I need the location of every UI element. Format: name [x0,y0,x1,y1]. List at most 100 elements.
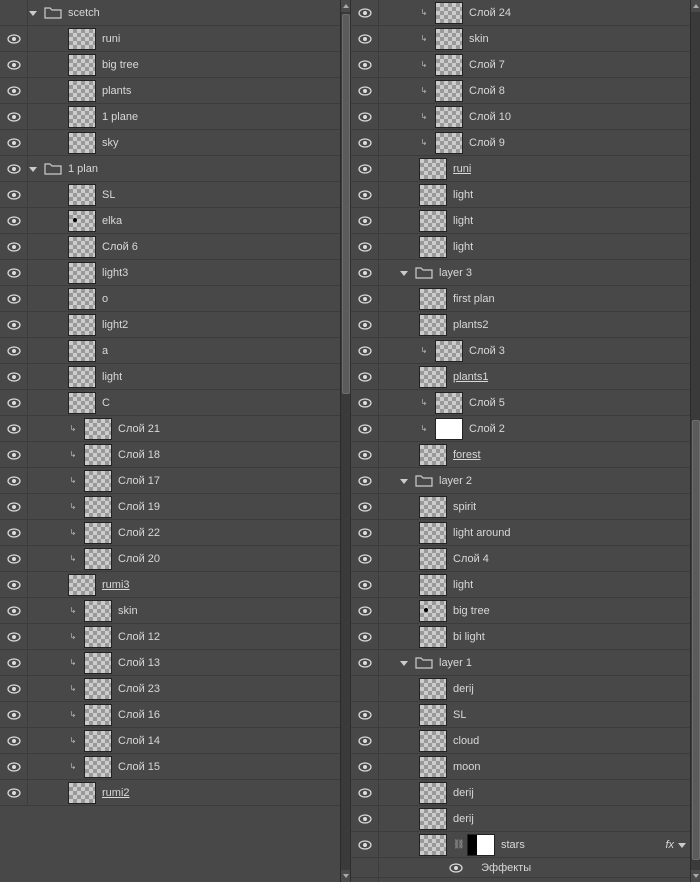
layer-content[interactable]: ↳Слой 23 [28,676,340,701]
visibility-toggle[interactable] [351,676,379,702]
folder-row[interactable]: layer 1 [351,650,690,676]
layer-thumbnail[interactable] [419,210,447,232]
layer-name[interactable]: rumi2 [102,787,130,799]
layer-name[interactable]: Слой 7 [469,59,505,71]
layer-name[interactable]: plants2 [453,319,488,331]
layer-name[interactable]: light [453,189,473,201]
layer-thumbnail[interactable] [68,782,96,804]
layer-name[interactable]: big tree [453,605,490,617]
visibility-toggle[interactable] [351,650,379,676]
layer-content[interactable]: ↳Слой 24 [379,0,690,25]
layer-name[interactable]: plants [102,85,131,97]
layer-thumbnail[interactable] [419,626,447,648]
layer-name[interactable]: Слой 21 [118,423,160,435]
layer-row[interactable]: first plan [351,286,690,312]
layer-name[interactable]: C [102,397,110,409]
layer-content[interactable]: rumi3 [28,572,340,597]
layer-row[interactable]: big tree [351,598,690,624]
layer-row[interactable]: ↳Слой 17 [0,468,340,494]
layer-content[interactable]: ↳Слой 7 [379,52,690,77]
layer-content[interactable]: ⛓ stars fx [379,832,690,857]
layer-thumbnail[interactable] [419,548,447,570]
layer-name[interactable]: Слой 20 [118,553,160,565]
layer-thumbnail[interactable] [419,236,447,258]
visibility-toggle[interactable] [0,624,28,650]
layer-content[interactable]: spirit [379,494,690,519]
visibility-toggle[interactable] [351,702,379,728]
layer-row[interactable]: SL [351,702,690,728]
layer-row[interactable]: derij [351,806,690,832]
expand-arrow-icon[interactable] [399,268,409,278]
layer-name[interactable]: Слой 19 [118,501,160,513]
layer-name[interactable]: light3 [102,267,128,279]
layer-content[interactable]: ↳Слой 22 [28,520,340,545]
layer-name[interactable]: runi [453,163,471,175]
layer-content[interactable]: sky [28,130,340,155]
visibility-toggle[interactable] [351,572,379,598]
layer-name[interactable]: SL [453,709,466,721]
layer-name[interactable]: sky [102,137,119,149]
layer-row[interactable]: a [0,338,340,364]
layer-content[interactable]: ↳Слой 15 [28,754,340,779]
layer-thumbnail[interactable] [435,28,463,50]
layer-name[interactable]: bi light [453,631,485,643]
layer-content[interactable]: moon [379,754,690,779]
layer-row[interactable]: ↳skin [0,598,340,624]
layer-row[interactable]: ↳Слой 15 [0,754,340,780]
layer-name[interactable]: light [453,241,473,253]
layer-name[interactable]: spirit [453,501,476,513]
layer-name[interactable]: layer 2 [439,475,472,487]
layer-name[interactable]: Слой 16 [118,709,160,721]
link-mask-icon[interactable]: ⛓ [453,839,461,850]
visibility-toggle[interactable] [0,520,28,546]
layer-thumbnail[interactable] [68,288,96,310]
visibility-toggle[interactable] [0,546,28,572]
visibility-toggle[interactable] [351,286,379,312]
layer-content[interactable]: light2 [28,312,340,337]
layer-name[interactable]: forest [453,449,481,461]
layer-name[interactable]: a [102,345,108,357]
layer-content[interactable]: ↳Слой 19 [28,494,340,519]
layer-row[interactable]: ↳Слой 19 [0,494,340,520]
visibility-toggle[interactable] [351,78,379,104]
visibility-toggle[interactable] [351,520,379,546]
layer-content[interactable]: derij [379,780,690,805]
layer-row[interactable]: ↳Слой 12 [0,624,340,650]
visibility-toggle[interactable] [0,260,28,286]
layer-row[interactable]: ↳Слой 7 [351,52,690,78]
scrollbar-left[interactable] [340,0,350,882]
fx-badge[interactable]: fx [665,839,686,851]
visibility-toggle[interactable] [0,728,28,754]
layer-thumbnail[interactable] [68,184,96,206]
layer-thumbnail[interactable] [68,28,96,50]
layer-name[interactable]: elka [102,215,122,227]
folder-row[interactable]: 1 plan [0,156,340,182]
layer-name[interactable]: light [453,579,473,591]
visibility-toggle[interactable] [351,728,379,754]
layer-name[interactable]: Слой 18 [118,449,160,461]
layer-name[interactable]: scetch [68,7,100,19]
folder-row[interactable]: layer 3 [351,260,690,286]
layer-content[interactable]: bi light [379,624,690,649]
mask-thumbnail[interactable] [467,834,495,856]
visibility-toggle[interactable] [0,702,28,728]
layer-thumbnail[interactable] [84,756,112,778]
layer-name[interactable]: Слой 14 [118,735,160,747]
visibility-toggle[interactable] [351,416,379,442]
layer-name[interactable]: runi [102,33,120,45]
layer-name[interactable]: stars [501,839,525,851]
layer-thumbnail[interactable] [419,782,447,804]
layer-row[interactable]: ↳Слой 8 [351,78,690,104]
layer-name[interactable]: derij [453,813,474,825]
visibility-toggle[interactable] [0,104,28,130]
layer-content[interactable]: runi [28,26,340,51]
scroll-up-icon[interactable] [691,0,700,12]
layer-content[interactable]: forest [379,442,690,467]
visibility-toggle[interactable] [351,130,379,156]
layer-row[interactable]: derij [351,676,690,702]
layer-name[interactable]: Слой 6 [102,241,138,253]
expand-arrow-icon[interactable] [28,8,38,18]
visibility-toggle[interactable] [0,286,28,312]
layer-content[interactable]: ↳skin [379,26,690,51]
layer-content[interactable]: light [379,572,690,597]
